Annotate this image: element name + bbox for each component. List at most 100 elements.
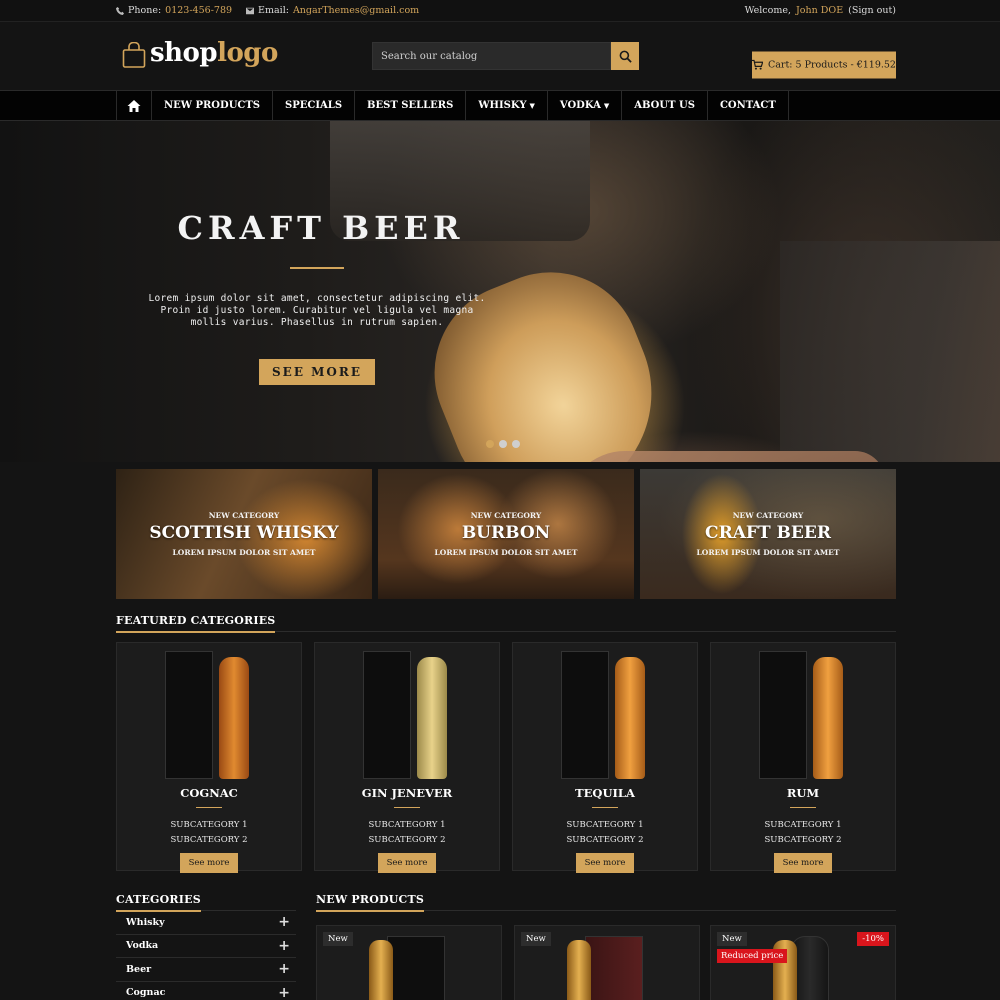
category-image[interactable] xyxy=(315,643,499,783)
product-box-image xyxy=(585,936,643,1000)
plus-icon[interactable]: + xyxy=(278,938,290,954)
cart-button[interactable]: Cart: 5 Products - €119.52 xyxy=(752,51,896,79)
hero-divider xyxy=(290,267,344,269)
category-image[interactable] xyxy=(513,643,697,783)
nav-new-products[interactable]: NEW PRODUCTS xyxy=(152,91,274,120)
envelope-icon xyxy=(246,7,255,14)
categories-title: CATEGORIES xyxy=(116,893,201,912)
plus-icon[interactable]: + xyxy=(278,985,290,1000)
account-info: Welcome, John DOE (Sign out) xyxy=(745,5,896,16)
nav-about-us[interactable]: ABOUT US xyxy=(622,91,708,120)
category-label: Whisky xyxy=(126,916,165,928)
logo-shop-word: shop xyxy=(150,38,218,68)
banner-craft-beer[interactable]: NEW CATEGORY CRAFT BEER LOREM IPSUM DOLO… xyxy=(640,469,896,599)
cart-summary: Cart: 5 Products - €119.52 xyxy=(768,59,896,71)
category-label: Vodka xyxy=(126,940,159,952)
banner-title: SCOTTISH WHISKY xyxy=(149,523,339,543)
product-card[interactable]: New xyxy=(514,925,700,1000)
see-more-button[interactable]: See more xyxy=(575,853,635,873)
search-icon xyxy=(619,50,632,63)
nav-vodka[interactable]: VODKA ▼ xyxy=(548,91,623,120)
hero-slider: CRAFT BEER Lorem ipsum dolor sit amet, c… xyxy=(0,121,1000,462)
reduced-price-badge: Reduced price xyxy=(717,949,788,963)
bottle-box-image xyxy=(759,651,807,779)
email-address[interactable]: AngarThemes@gmail.com xyxy=(293,5,419,16)
new-badge: New xyxy=(323,932,353,946)
nav-contact[interactable]: CONTACT xyxy=(708,91,789,120)
nav-whisky[interactable]: WHISKY ▼ xyxy=(466,91,548,120)
contact-info: Phone: 0123-456-789 Email: AngarThemes@g… xyxy=(116,5,419,16)
category-image[interactable] xyxy=(711,643,895,783)
logo-logo-word: logo xyxy=(217,38,278,68)
category-card-rum: RUM SUBCATEGORY 1 SUBCATEGORY 2 See more xyxy=(710,642,896,873)
discount-badge: -10% xyxy=(857,932,889,946)
top-bar: Phone: 0123-456-789 Email: AngarThemes@g… xyxy=(0,0,1000,22)
bottle-box-image xyxy=(363,651,411,779)
nav-label: BEST SELLERS xyxy=(367,100,454,111)
nav-label: VODKA xyxy=(559,100,601,111)
subcategory-link[interactable]: SUBCATEGORY 2 xyxy=(711,833,895,848)
search-button[interactable] xyxy=(611,42,639,70)
hero-see-more-button[interactable]: SEE MORE xyxy=(259,359,375,385)
banner-scottish-whisky[interactable]: NEW CATEGORY SCOTTISH WHISKY LOREM IPSUM… xyxy=(116,469,372,599)
phone-number[interactable]: 0123-456-789 xyxy=(165,5,232,16)
product-bottle-image xyxy=(567,940,591,1000)
category-item-cognac[interactable]: Cognac + xyxy=(116,982,296,1000)
see-more-button[interactable]: See more xyxy=(773,853,833,873)
bottle-image xyxy=(615,657,645,779)
card-divider xyxy=(790,807,816,808)
see-more-button[interactable]: See more xyxy=(377,853,437,873)
slider-dot-3[interactable] xyxy=(512,440,520,448)
shopping-bag-icon xyxy=(122,42,146,68)
shop-logo[interactable]: shoplogo xyxy=(122,38,278,68)
subcategory-link[interactable]: SUBCATEGORY 1 xyxy=(117,818,301,833)
see-more-button[interactable]: See more xyxy=(179,853,239,873)
category-item-whisky[interactable]: Whisky + xyxy=(116,911,296,935)
sign-out-link[interactable]: (Sign out) xyxy=(848,5,896,16)
category-item-vodka[interactable]: Vodka + xyxy=(116,935,296,958)
user-name-link[interactable]: John DOE xyxy=(796,5,843,16)
slider-pagination xyxy=(486,440,520,448)
product-card[interactable]: New Reduced price -10% xyxy=(710,925,896,1000)
subcategory-link[interactable]: SUBCATEGORY 1 xyxy=(711,818,895,833)
bottle-image xyxy=(417,657,447,779)
logo-text: shoplogo xyxy=(150,38,278,68)
search-input[interactable] xyxy=(372,42,611,70)
nav-label: WHISKY xyxy=(478,100,527,111)
bottle-box-image xyxy=(165,651,213,779)
bartender-image xyxy=(780,241,1000,462)
banner-tag: NEW CATEGORY xyxy=(470,511,542,520)
main-nav: NEW PRODUCTS SPECIALS BEST SELLERS WHISK… xyxy=(0,90,1000,121)
subcategory-link[interactable]: SUBCATEGORY 1 xyxy=(513,818,697,833)
nav-specials[interactable]: SPECIALS xyxy=(273,91,356,120)
product-bottle-image xyxy=(369,940,393,1000)
plus-icon[interactable]: + xyxy=(278,914,290,930)
category-name[interactable]: GIN JENEVER xyxy=(315,786,499,800)
category-name[interactable]: TEQUILA xyxy=(513,786,697,800)
category-name[interactable]: RUM xyxy=(711,786,895,800)
subcategory-link[interactable]: SUBCATEGORY 2 xyxy=(315,833,499,848)
banner-burbon[interactable]: NEW CATEGORY BURBON LOREM IPSUM DOLOR SI… xyxy=(378,469,634,599)
card-divider xyxy=(196,807,222,808)
nav-label: NEW PRODUCTS xyxy=(164,100,261,111)
nav-home[interactable] xyxy=(116,91,152,120)
slider-dot-1[interactable] xyxy=(486,440,494,448)
hero-content: CRAFT BEER Lorem ipsum dolor sit amet, c… xyxy=(140,209,494,385)
category-item-beer[interactable]: Beer + xyxy=(116,958,296,982)
product-box-image xyxy=(387,936,445,1000)
subcategory-link[interactable]: SUBCATEGORY 2 xyxy=(117,833,301,848)
hero-title: CRAFT BEER xyxy=(177,209,465,247)
banner-subtitle: LOREM IPSUM DOLOR SIT AMET xyxy=(696,548,840,557)
plus-icon[interactable]: + xyxy=(278,961,290,977)
subcategory-link[interactable]: SUBCATEGORY 1 xyxy=(315,818,499,833)
site-header: shoplogo Cart: 5 Products - €119.52 xyxy=(0,22,1000,90)
category-name[interactable]: COGNAC xyxy=(117,786,301,800)
nav-best-sellers[interactable]: BEST SELLERS xyxy=(355,91,467,120)
product-card[interactable]: New xyxy=(316,925,502,1000)
chevron-down-icon: ▼ xyxy=(529,101,535,110)
phone-icon xyxy=(116,6,124,15)
category-card-cognac: COGNAC SUBCATEGORY 1 SUBCATEGORY 2 See m… xyxy=(116,642,302,873)
category-image[interactable] xyxy=(117,643,301,783)
slider-dot-2[interactable] xyxy=(499,440,507,448)
subcategory-link[interactable]: SUBCATEGORY 2 xyxy=(513,833,697,848)
